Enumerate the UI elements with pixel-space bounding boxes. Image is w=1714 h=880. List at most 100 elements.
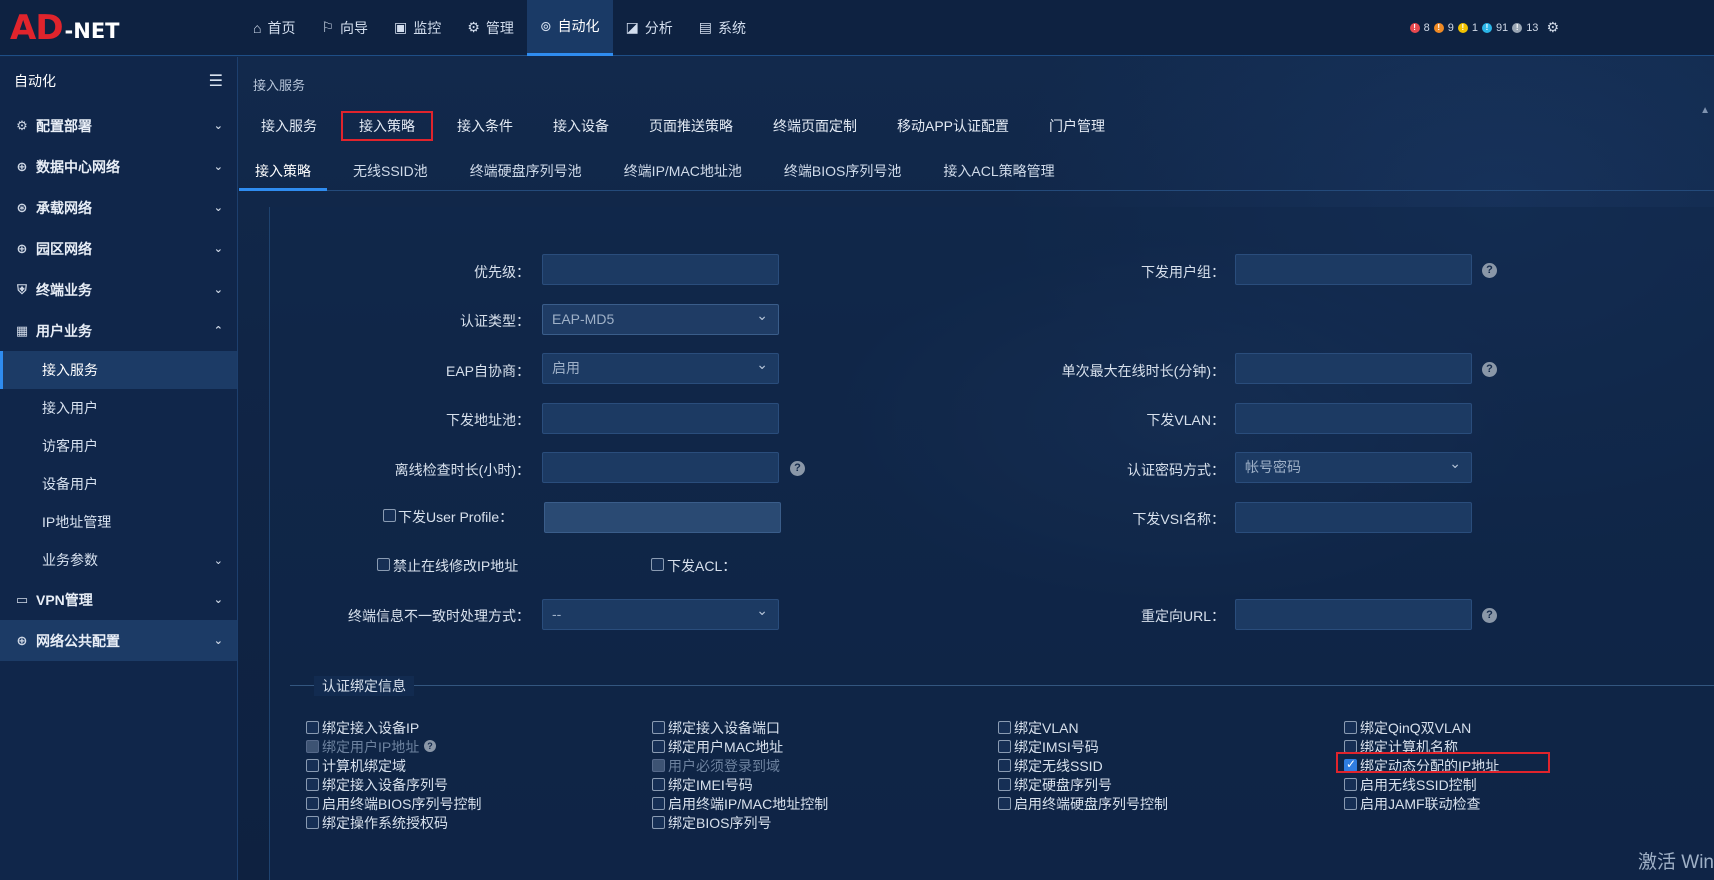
nav-automation[interactable]: ⊚ 自动化 [526,0,613,56]
sidebar-item-device-user[interactable]: 设备用户 [0,465,237,503]
bind-ssid-checkbox[interactable] [998,759,1011,772]
tab-terminal-page[interactable]: 终端页面定制 [757,111,873,141]
help-icon[interactable]: ? [1482,263,1497,278]
major-alarm-icon: ! [1433,22,1444,33]
tab-access-device[interactable]: 接入设备 [537,111,625,141]
sidebar-group-vpn[interactable]: ▭ VPN管理 ⌄ [0,579,237,620]
gear-icon: ⚙ [467,19,480,35]
tab-acl-policy[interactable]: 接入ACL策略管理 [927,155,1070,191]
bind-bios-checkbox[interactable] [652,816,665,829]
sidebar-item-access-service[interactable]: 接入服务 [0,351,237,389]
sidebar-header: 自动化 ☰ [0,57,237,105]
bind-imei-checkbox[interactable] [652,778,665,791]
collapse-menu-icon[interactable]: ☰ [209,71,223,91]
tab-access-service[interactable]: 接入服务 [245,111,333,141]
mismatch-select[interactable]: -- [542,596,779,630]
tab-portal[interactable]: 门户管理 [1033,111,1121,141]
bind-device-serial-checkbox[interactable] [306,778,319,791]
bind-disk-serial-checkbox[interactable] [998,778,1011,791]
home-icon: ⌂ [253,19,262,36]
help-icon[interactable]: ? [1482,608,1497,623]
nav-system[interactable]: ▤ 系统 [686,0,759,56]
tab-ip-mac-pool[interactable]: 终端IP/MAC地址池 [608,155,758,191]
sidebar-group-label: 配置部署 [36,117,92,134]
sidebar-group-label: 用户业务 [36,322,92,339]
nav-label: 系统 [718,19,747,36]
bind-device-port-checkbox[interactable] [652,721,665,734]
help-icon[interactable]: ? [790,461,805,476]
tab-bios-serial-pool[interactable]: 终端BIOS序列号池 [768,155,917,191]
os-license-label: 绑定操作系统授权码 [322,815,448,831]
minor-count: 1 [1471,21,1478,34]
sidebar-group-campus[interactable]: ⊕ 园区网络 ⌄ [0,228,237,269]
sidebar-group-bearer[interactable]: ⊛ 承载网络 ⌄ [0,187,237,228]
addr-pool-input[interactable] [542,403,779,434]
os-license-checkbox[interactable] [306,816,319,829]
nav-label: 向导 [340,19,369,36]
user-profile-input[interactable] [544,502,781,533]
bios-control-checkbox[interactable] [306,797,319,810]
ssid-control-checkbox[interactable] [1344,778,1357,791]
main-nav: ⌂ 首页 ⚐ 向导 ▣ 监控 ⚙ 管理 ⊚ 自动化 ◪ 分析 ▤ 系统 [240,0,759,56]
nav-analysis[interactable]: ◪ 分析 [613,0,686,56]
sidebar-group-label: 承载网络 [36,199,92,216]
alarm-status[interactable]: ! 8 ! 9 ! 1 ! 91 ! 13 ⚙ [1409,19,1559,36]
bind-device-ip-checkbox[interactable] [306,721,319,734]
eap-nego-select[interactable]: 启用 [542,350,779,384]
sidebar-item-ip-management[interactable]: IP地址管理 [0,503,237,541]
tab-page-push[interactable]: 页面推送策略 [633,111,749,141]
auth-type-select[interactable]: EAP-MD5 [542,301,779,335]
forbid-modify-ip-label: 禁止在线修改IP地址 [393,558,519,574]
activation-watermark: 激活 Win [1637,852,1714,873]
disk-control-checkbox[interactable] [998,797,1011,810]
bind-imsi-checkbox[interactable] [998,740,1011,753]
jamf-check-checkbox[interactable] [1344,797,1357,810]
chart-icon: ◪ [625,19,639,35]
ip-mac-control-checkbox[interactable] [652,797,665,810]
forbid-modify-ip-checkbox[interactable] [377,558,390,571]
pwd-mode-select[interactable]: 帐号密码 [1235,449,1472,483]
chevron-down-icon: ⌄ [213,120,223,132]
pwd-mode-label: 认证密码方式： [1127,462,1225,478]
logo-suffix: -NET [64,18,120,43]
nav-guide[interactable]: ⚐ 向导 [308,0,381,56]
redirect-url-input[interactable] [1235,599,1472,630]
max-online-input[interactable] [1235,353,1472,384]
priority-input[interactable] [542,254,779,285]
offline-check-input[interactable] [542,452,779,483]
tab-access-condition[interactable]: 接入条件 [441,111,529,141]
user-profile-checkbox[interactable] [383,509,396,522]
vlan-input[interactable] [1235,403,1472,434]
settings-gear-icon[interactable]: ⚙ [1546,19,1559,36]
computer-domain-label: 计算机绑定域 [322,758,406,774]
acl-checkbox[interactable] [651,558,664,571]
sidebar-item-guest-user[interactable]: 访客用户 [0,427,237,465]
user-group-input[interactable] [1235,254,1472,285]
sidebar-group-user[interactable]: ▦ 用户业务 ⌃ [0,310,237,351]
tab-access-policy-sub[interactable]: 接入策略 [239,155,327,191]
vsi-input[interactable] [1235,502,1472,533]
nav-label: 分析 [644,19,673,36]
scroll-arrow-icon[interactable]: ▲ [1700,105,1710,116]
tab-disk-serial-pool[interactable]: 终端硬盘序列号池 [454,155,598,191]
help-icon[interactable]: ? [424,740,436,752]
help-icon[interactable]: ? [1482,362,1497,377]
sidebar-group-datacenter[interactable]: ⊕ 数据中心网络 ⌄ [0,146,237,187]
nav-home[interactable]: ⌂ 首页 [240,0,308,56]
tab-ssid-pool[interactable]: 无线SSID池 [337,155,444,191]
sidebar-item-service-params[interactable]: 业务参数 ⌄ [0,541,237,579]
bind-qinq-checkbox[interactable] [1344,721,1357,734]
computer-domain-checkbox[interactable] [306,759,319,772]
nav-manage[interactable]: ⚙ 管理 [454,0,527,56]
sidebar-item-access-user[interactable]: 接入用户 [0,389,237,427]
bind-device-serial-label: 绑定接入设备序列号 [322,777,448,793]
sidebar-group-terminal[interactable]: ⛨ 终端业务 ⌄ [0,269,237,310]
bind-user-mac-checkbox[interactable] [652,740,665,753]
sidebar-group-config[interactable]: ⚙ 配置部署 ⌄ [0,105,237,146]
binding-divider [290,685,1714,686]
nav-monitor[interactable]: ▣ 监控 [381,0,454,56]
tab-mobile-app[interactable]: 移动APP认证配置 [881,111,1025,141]
sidebar-group-network-public[interactable]: ⊕ 网络公共配置 ⌄ [0,620,237,661]
bind-vlan-checkbox[interactable] [998,721,1011,734]
tab-access-policy[interactable]: 接入策略 [341,111,433,141]
